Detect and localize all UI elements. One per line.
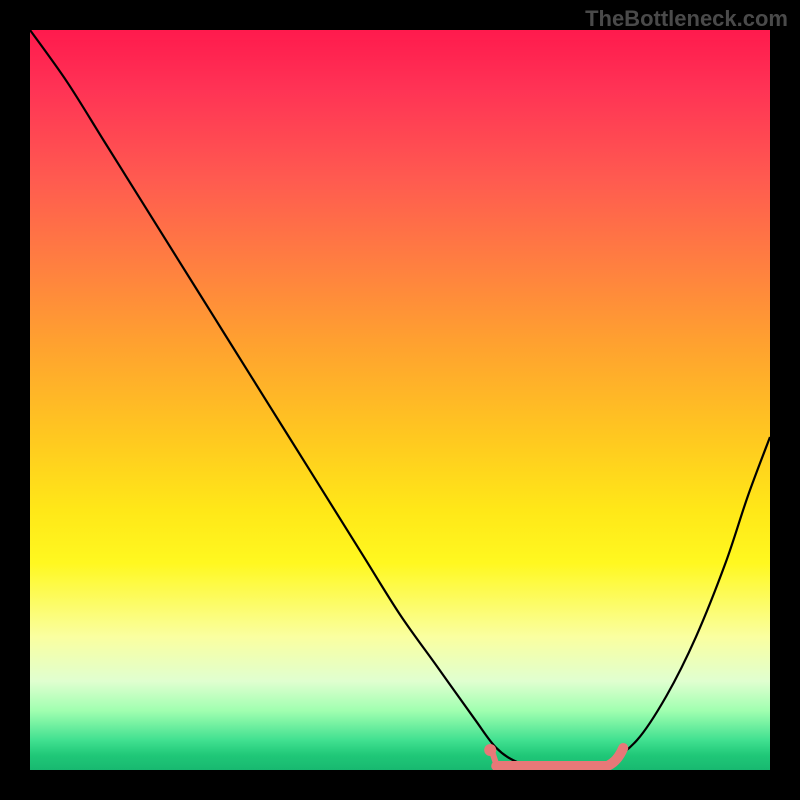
chart-container (30, 30, 770, 770)
optimal-range-start-stem (492, 752, 496, 764)
chart-curve-svg (30, 30, 770, 770)
bottleneck-curve (30, 30, 770, 770)
curve-line (30, 30, 770, 770)
optimal-range-end-curl (607, 748, 623, 766)
watermark-text: TheBottleneck.com (585, 6, 788, 32)
